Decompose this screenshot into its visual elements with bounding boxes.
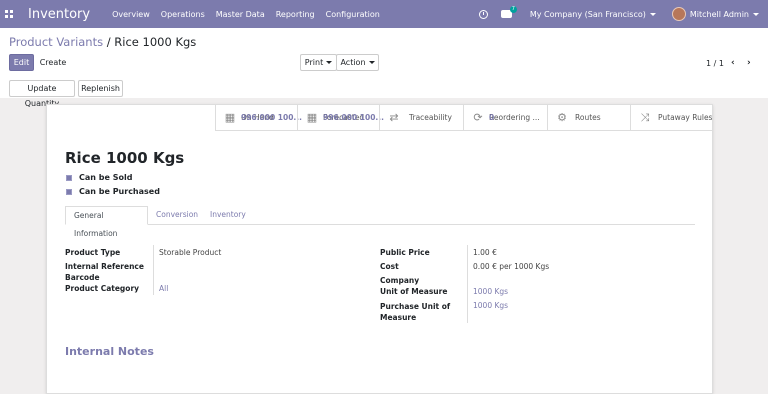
unit-of-measure-value[interactable]: 1000 Kgs bbox=[473, 287, 508, 296]
refresh-icon: ⟳ bbox=[473, 111, 483, 124]
tab-inventory[interactable]: Inventory bbox=[202, 206, 254, 225]
avatar[interactable] bbox=[671, 7, 686, 21]
action-dropdown[interactable]: Action bbox=[336, 54, 379, 71]
product-type-value[interactable]: Storable Product bbox=[159, 248, 221, 257]
random-icon: ⤨ bbox=[640, 110, 650, 124]
tab-conversion[interactable]: Conversion bbox=[148, 206, 206, 225]
can-be-sold-label: Can be Sold bbox=[79, 173, 133, 182]
public-price-label: Public Price bbox=[380, 248, 430, 257]
pager-previous-icon[interactable]: ‹ bbox=[731, 58, 735, 68]
company-label: Company bbox=[380, 276, 420, 285]
menu-reporting[interactable]: Reporting bbox=[276, 10, 315, 19]
cubes-icon: ▦ bbox=[306, 111, 318, 124]
top-navbar: Inventory Overview Operations Master Dat… bbox=[0, 0, 768, 28]
menu-overview[interactable]: Overview bbox=[112, 10, 150, 19]
cost-label: Cost bbox=[380, 262, 399, 271]
can-be-purchased-checkbox[interactable] bbox=[66, 189, 72, 195]
smart-button-reordering[interactable]: ⟳ 0 Reordering ... bbox=[463, 105, 547, 131]
activity-clock-icon[interactable] bbox=[478, 9, 488, 19]
company-switcher[interactable]: My Company (San Francisco) bbox=[530, 10, 646, 19]
cost-value[interactable]: 0.00 € per 1000 Kgs bbox=[473, 262, 549, 271]
chat-badge: 7 bbox=[509, 6, 517, 13]
right-group-divider bbox=[467, 245, 468, 323]
caret-down-icon bbox=[326, 61, 333, 64]
breadcrumb-parent[interactable]: Product Variants bbox=[9, 35, 103, 49]
edit-button[interactable]: Edit bbox=[9, 54, 34, 71]
traceability-label: Traceability bbox=[409, 113, 452, 122]
arrows-exchange-icon: ⇄ bbox=[389, 111, 399, 124]
chevron-down-icon bbox=[649, 12, 656, 16]
barcode-label: Barcode bbox=[65, 273, 100, 282]
internal-reference-label: Internal Reference bbox=[65, 262, 144, 271]
cogs-icon: ⚙ bbox=[557, 111, 567, 124]
forecasted-value: 996.000 100... bbox=[323, 113, 384, 122]
menu-master-data[interactable]: Master Data bbox=[216, 10, 265, 19]
smart-button-putaway-rules[interactable]: ⤨ Putaway Rules bbox=[630, 105, 713, 131]
smart-button-on-hand[interactable]: ▦ 996.000 100... On Hand bbox=[215, 105, 302, 131]
product-category-value[interactable]: All bbox=[159, 284, 168, 293]
chat-icon[interactable]: 7 bbox=[500, 6, 517, 18]
menu-configuration[interactable]: Configuration bbox=[326, 10, 380, 19]
menu-operations[interactable]: Operations bbox=[161, 10, 205, 19]
purchase-uom-label: Purchase Unit of Measure bbox=[380, 301, 450, 323]
internal-notes-title: Internal Notes bbox=[65, 345, 154, 358]
putaway-rules-label: Putaway Rules bbox=[658, 113, 713, 122]
app-brand[interactable]: Inventory bbox=[28, 7, 90, 22]
breadcrumb: Product Variants / Rice 1000 Kgs bbox=[9, 35, 196, 49]
purchase-uom-label-line1: Purchase Unit of bbox=[380, 302, 451, 311]
cubes-icon: ▦ bbox=[224, 111, 236, 124]
notebook-tabs: General Information Conversion Inventory bbox=[65, 206, 695, 238]
pager-next-icon[interactable]: › bbox=[747, 58, 751, 68]
breadcrumb-current: Rice 1000 Kgs bbox=[114, 35, 197, 49]
create-button[interactable]: Create bbox=[36, 54, 70, 71]
public-price-value[interactable]: 1.00 € bbox=[473, 248, 497, 257]
action-label: Action bbox=[340, 58, 366, 67]
reordering-value: 0 bbox=[489, 113, 495, 122]
purchase-uom-label-line2: Measure bbox=[380, 313, 417, 322]
breadcrumb-separator: / bbox=[103, 35, 115, 49]
on-hand-value: 996.000 100... bbox=[241, 113, 302, 122]
purchase-uom-value[interactable]: 1000 Kgs bbox=[473, 301, 508, 310]
print-label: Print bbox=[304, 58, 324, 67]
unit-of-measure-label: Unit of Measure bbox=[380, 287, 448, 296]
can-be-purchased-label: Can be Purchased bbox=[79, 187, 160, 196]
replenish-button[interactable]: Replenish bbox=[78, 80, 123, 97]
apps-menu-icon[interactable] bbox=[5, 10, 13, 18]
user-menu[interactable]: Mitchell Admin bbox=[690, 10, 749, 19]
chevron-down-icon bbox=[753, 12, 759, 16]
caret-down-icon bbox=[368, 61, 375, 64]
routes-label: Routes bbox=[575, 113, 601, 122]
can-be-sold-checkbox[interactable] bbox=[66, 175, 72, 181]
tab-general-information[interactable]: General Information bbox=[65, 206, 148, 238]
pager-value[interactable]: 1 / 1 bbox=[706, 59, 724, 68]
update-quantity-button[interactable]: Update Quantity bbox=[9, 80, 75, 108]
reordering-label: Reordering ... bbox=[489, 113, 540, 122]
smart-button-routes[interactable]: ⚙ Routes bbox=[547, 105, 630, 131]
smart-button-traceability[interactable]: ⇄ Traceability bbox=[379, 105, 463, 131]
smart-button-forecasted[interactable]: ▦ 996.000 100... Forecasted bbox=[297, 105, 384, 131]
status-bar: Update Quantity Replenish bbox=[0, 79, 768, 108]
print-dropdown[interactable]: Print bbox=[300, 54, 337, 71]
product-category-label: Product Category bbox=[65, 284, 140, 293]
form-sheet: ▦ 996.000 100... On Hand ▦ 996.000 100...… bbox=[46, 104, 713, 394]
product-name[interactable]: Rice 1000 Kgs bbox=[65, 149, 184, 167]
left-group-divider bbox=[153, 245, 154, 295]
product-type-label: Product Type bbox=[65, 248, 121, 257]
